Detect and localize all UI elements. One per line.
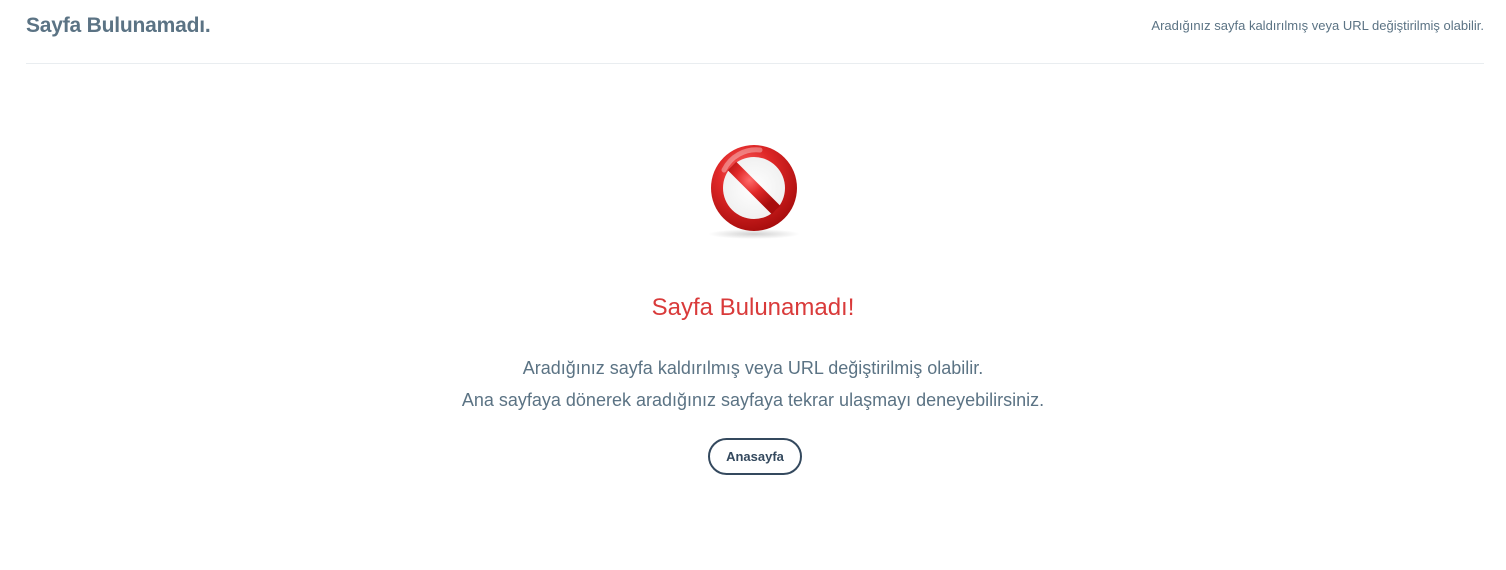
home-button[interactable]: Anasayfa xyxy=(708,438,802,475)
no-entry-icon xyxy=(700,140,808,244)
error-message-line-1: Aradığınız sayfa kaldırılmış veya URL de… xyxy=(522,358,984,378)
error-heading: Sayfa Bulunamadı! xyxy=(651,294,855,321)
error-message-line-2: Ana sayfaya dönerek aradığınız sayfaya t… xyxy=(461,390,1045,410)
header-subtitle: Aradığınız sayfa kaldırılmış veya URL de… xyxy=(1151,18,1484,33)
page-title: Sayfa Bulunamadı. xyxy=(26,14,211,37)
error-content: Sayfa Bulunamadı! Aradığınız sayfa kaldı… xyxy=(0,64,1506,570)
page-header: Sayfa Bulunamadı. Aradığınız sayfa kaldı… xyxy=(26,0,1484,64)
